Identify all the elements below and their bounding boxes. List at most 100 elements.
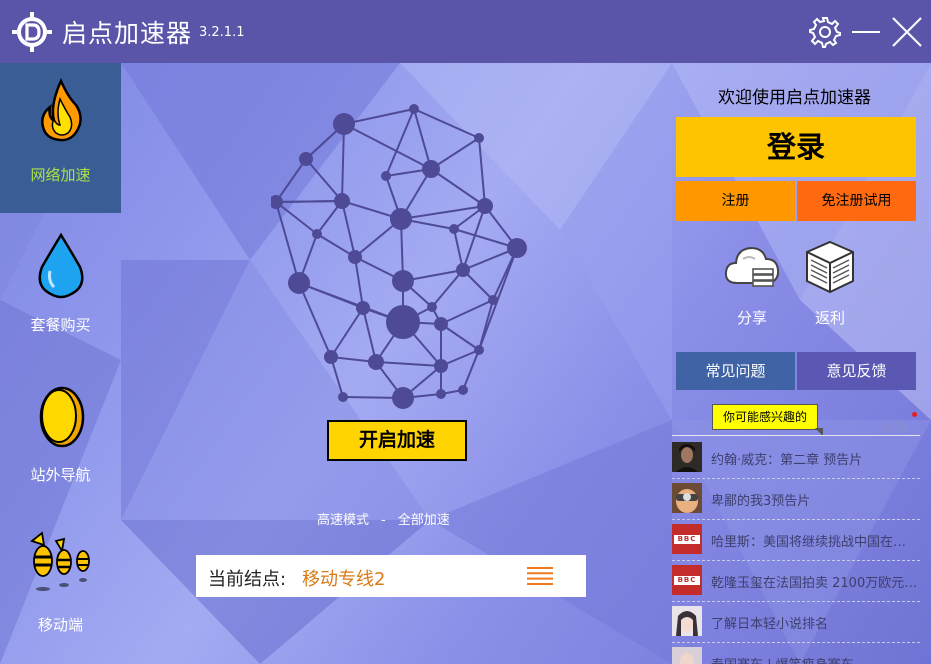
sidebar-item-label: 站外导航 [30, 466, 91, 484]
network-node [507, 238, 527, 258]
network-edge [375, 361, 442, 367]
network-edge [305, 158, 343, 202]
divider [672, 435, 920, 436]
network-edge [341, 200, 356, 258]
network-node [488, 295, 498, 305]
sidebar-item-network-acceleration[interactable]: 网络加速 [0, 63, 121, 213]
acceleration-mode: 高速模式 - 全部加速 [311, 509, 456, 528]
network-node [288, 272, 310, 294]
news-item[interactable]: 了解日本轻小说排名 [672, 601, 920, 643]
network-edge [385, 108, 415, 177]
news-title: 泰国赛车 | 爆笑瘦身赛车 [711, 654, 919, 664]
mode-separator: - [381, 513, 386, 528]
news-item[interactable]: 约翰·威克：第二章 预告片 [672, 437, 920, 479]
network-node [474, 345, 484, 355]
network-node [458, 385, 468, 395]
sidebar-item-mobile[interactable]: 移动端 [0, 513, 121, 663]
login-button[interactable]: 登录 [676, 117, 916, 177]
flame-icon [41, 77, 82, 142]
anime-thumbnail [672, 606, 702, 636]
account-panel: 欢迎使用启点加速器 登录 注册 免注册试用 分享 返利 常见问题 意见反馈 你可… [672, 63, 931, 664]
network-node [386, 305, 420, 339]
menu-lines-icon[interactable] [527, 566, 553, 586]
network-node [390, 208, 412, 230]
sidebar-item-label: 套餐购买 [30, 316, 91, 334]
sidebar: 网络加速 套餐购买 站外导航 移动端 [0, 63, 121, 664]
sidebar-item-external-navigation[interactable]: 站外导航 [0, 363, 121, 513]
network-edge [400, 205, 486, 220]
network-node [477, 198, 493, 214]
water-drop-icon [38, 232, 84, 299]
network-node [334, 193, 350, 209]
network-edge [478, 299, 494, 351]
start-acceleration-button[interactable]: 开启加速 [327, 420, 467, 461]
network-brain-graphic [271, 104, 527, 409]
portrait-thumbnail [672, 647, 702, 664]
app-version: 3.2.1.1 [199, 25, 245, 40]
network-node [299, 152, 313, 166]
share-button[interactable]: 分享 [717, 237, 787, 329]
server-cube-icon [806, 240, 854, 294]
trial-without-registration-button[interactable]: 免注册试用 [797, 181, 916, 221]
share-label: 分享 [736, 309, 767, 327]
accelerate-scope-link[interactable]: 全部加速 [398, 513, 450, 528]
register-button[interactable]: 注册 [676, 181, 795, 221]
portrait-thumbnail [672, 442, 702, 472]
news-item[interactable]: BBC 乾隆玉玺在法国拍卖 2100万欧元成交 [672, 560, 920, 602]
network-node [348, 250, 362, 264]
network-node [356, 301, 370, 315]
network-edge [478, 247, 518, 351]
network-node [449, 224, 459, 234]
sidebar-item-label: 网络加速 [30, 166, 91, 184]
bees-icon [30, 531, 90, 591]
sidebar-item-package-purchase[interactable]: 套餐购买 [0, 213, 121, 363]
app-window: 启点加速器 3.2.1.1 网络加速 套餐购买 站外导航 移动端 开启加速 高速… [0, 0, 931, 664]
network-node [427, 302, 437, 312]
network-node [392, 387, 414, 409]
current-node-selector[interactable]: 当前结点: 移动专线2 [196, 555, 586, 597]
network-edge [275, 200, 343, 203]
current-node-value: 移动专线2 [302, 569, 386, 590]
network-node [436, 389, 446, 399]
network-edge [275, 201, 318, 235]
notice-tab[interactable]: 公告 [882, 416, 908, 435]
news-title: 卑鄙的我3预告片 [711, 494, 811, 509]
network-edge [362, 307, 377, 363]
network-edge [413, 108, 480, 139]
news-title: 哈里斯：美国将继续挑战中国在南海的主张 [711, 535, 919, 550]
network-edge [330, 307, 364, 358]
gear-icon[interactable] [808, 14, 842, 50]
network-node [338, 392, 348, 402]
network-node [392, 270, 414, 292]
news-title: 约翰·威克：第二章 预告片 [711, 453, 863, 468]
network-node [312, 229, 322, 239]
news-item[interactable]: 卑鄙的我3预告片 [672, 478, 920, 520]
network-node [456, 263, 470, 277]
news-item[interactable]: 泰国赛车 | 爆笑瘦身赛车 [672, 642, 920, 664]
app-logo-icon [12, 12, 52, 52]
network-edge [341, 123, 345, 202]
welcome-text: 欢迎使用启点加速器 [718, 88, 871, 108]
feedback-button[interactable]: 意见反馈 [797, 352, 916, 390]
network-node [333, 113, 355, 135]
network-edge [275, 158, 307, 203]
network-node [381, 171, 391, 181]
news-item[interactable]: BBC 哈里斯：美国将继续挑战中国在南海的主张 [672, 519, 920, 561]
network-node [434, 317, 448, 331]
network-node [368, 354, 384, 370]
close-icon[interactable] [890, 14, 924, 50]
minimize-icon[interactable] [849, 14, 883, 50]
sidebar-item-label: 移动端 [37, 616, 83, 634]
network-edge [413, 108, 432, 170]
speed-mode-link[interactable]: 高速模式 [317, 513, 369, 528]
minion-thumbnail [672, 483, 702, 513]
rebate-button[interactable]: 返利 [795, 237, 865, 329]
bbc-thumbnail: BBC [672, 524, 702, 554]
bbc-thumbnail: BBC [672, 565, 702, 595]
faq-button[interactable]: 常见问题 [676, 352, 795, 390]
news-title: 乾隆玉玺在法国拍卖 2100万欧元成交 [711, 576, 919, 591]
unread-dot-icon [912, 412, 917, 417]
network-edge [440, 299, 494, 325]
cloud-share-icon [724, 246, 780, 287]
interest-callout: 你可能感兴趣的 [712, 404, 819, 430]
